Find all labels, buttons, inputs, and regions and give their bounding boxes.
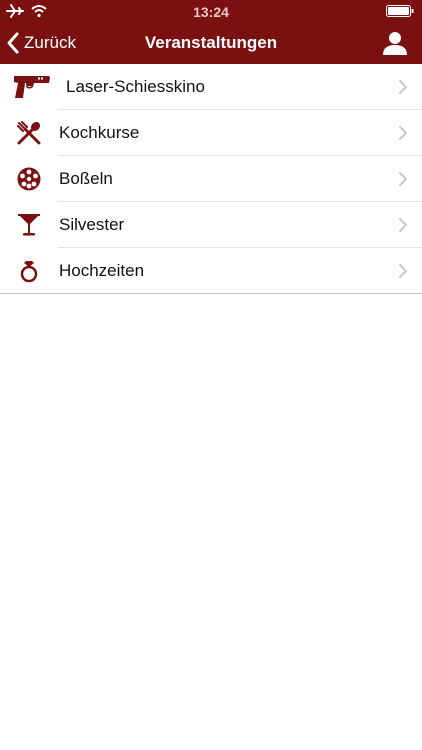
list-item-bosseln[interactable]: Boßeln [0, 156, 422, 202]
ring-icon [14, 256, 44, 286]
header: 13:24 Zurück Veranstaltungen [0, 0, 422, 64]
user-icon[interactable] [382, 30, 408, 56]
pistol-icon [12, 72, 52, 102]
list-item-label: Silvester [59, 215, 125, 234]
ball-icon [14, 164, 44, 194]
status-time: 13:24 [193, 4, 229, 20]
back-button[interactable]: Zurück [6, 22, 76, 64]
list-item-label: Hochzeiten [59, 261, 145, 280]
list-item-laser-schiesskino[interactable]: Laser-Schiesskino [0, 64, 422, 110]
chevron-right-icon [399, 126, 407, 140]
fork-knife-icon [14, 118, 44, 148]
chevron-right-icon [399, 80, 407, 94]
cocktail-glass-icon [14, 210, 44, 240]
chevron-right-icon [399, 218, 407, 232]
status-bar: 13:24 [0, 0, 422, 22]
list-item-silvester[interactable]: Silvester [0, 202, 422, 248]
events-list: Laser-Schiesskino Kochkurse Boßeln Silve… [0, 64, 422, 294]
list-item-label: Laser-Schiesskino [66, 77, 205, 96]
list-item-label: Kochkurse [59, 123, 140, 142]
back-label: Zurück [24, 33, 76, 52]
list-item-hochzeiten[interactable]: Hochzeiten [0, 248, 422, 294]
battery-icon [386, 5, 414, 17]
chevron-right-icon [399, 264, 407, 278]
chevron-right-icon [399, 172, 407, 186]
list-item-kochkurse[interactable]: Kochkurse [0, 110, 422, 156]
navigation-bar: Zurück Veranstaltungen [0, 22, 422, 64]
chevron-left-icon [7, 32, 19, 54]
list-item-label: Boßeln [59, 169, 113, 188]
